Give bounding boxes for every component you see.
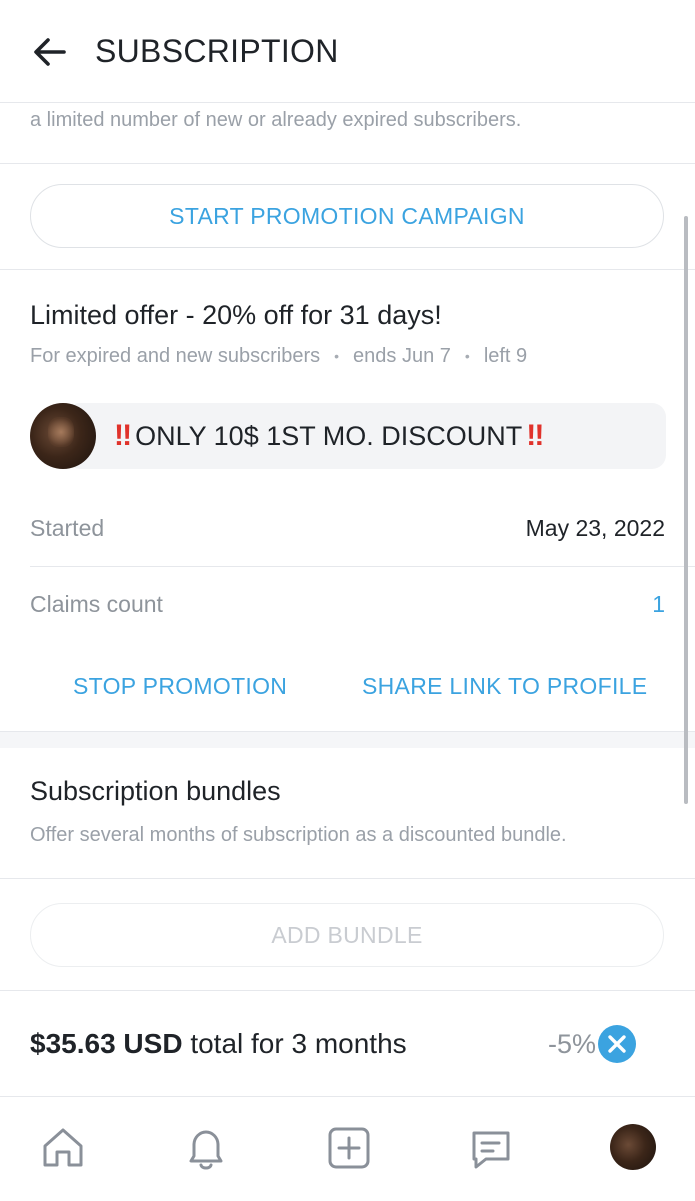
tab-messages[interactable] [462,1119,518,1175]
divider [30,566,695,567]
divider [0,269,695,270]
separator-dot: • [334,348,340,364]
promotion-left: left 9 [483,345,528,367]
promotion-message-text: ‼ ONLY 10$ 1ST MO. DISCOUNT ‼ [114,418,544,454]
section-separator [0,731,695,748]
message-text: ONLY 10$ 1ST MO. DISCOUNT [135,421,523,451]
app-header: SUBSCRIPTION [0,0,695,103]
divider [0,990,695,991]
divider [0,163,695,164]
plus-square-icon [328,1127,370,1169]
promotion-title: Limited offer - 20% off for 31 days! [30,300,442,330]
separator-dot: • [464,348,470,364]
started-value: May 23, 2022 [525,515,665,541]
bundle-price-text: $35.63 USD total for 3 months [30,1026,407,1062]
started-label: Started [30,515,105,541]
page-title: SUBSCRIPTION [95,33,339,69]
back-button[interactable] [28,30,72,74]
avatar [30,403,96,469]
scrollbar[interactable] [684,216,688,804]
double-exclamation-icon: ‼ [526,419,544,452]
bell-icon [189,1130,223,1170]
bundle-period: total for 3 months [190,1028,407,1059]
promotion-audience: For expired and new subscribers [30,345,321,367]
divider [0,878,695,879]
share-link-button[interactable]: SHARE LINK TO PROFILE [362,670,647,702]
message-icon [472,1131,510,1169]
stop-promotion-button[interactable]: STOP PROMOTION [73,670,287,702]
bundles-title: Subscription bundles [30,776,281,806]
bundles-description: Offer several months of subscription as … [30,824,567,846]
add-bundle-button[interactable]: ADD BUNDLE [30,903,664,967]
home-icon [43,1128,83,1167]
tab-home[interactable] [34,1119,90,1175]
claims-count-label: Claims count [30,591,163,617]
double-exclamation-icon: ‼ [114,419,132,452]
bundle-item: $35.63 USD total for 3 months -5% [30,1024,670,1064]
bundle-price: $35.63 USD [30,1028,183,1059]
claims-count-value[interactable]: 1 [652,589,665,619]
promotion-intro-text: a limited number of new or already expir… [30,109,522,131]
arrow-left-icon [34,38,66,66]
remove-bundle-button[interactable] [598,1025,636,1063]
tab-new-post[interactable] [320,1119,376,1175]
promotion-ends: ends Jun 7 [353,345,451,367]
tab-notifications[interactable] [177,1119,233,1175]
bundle-discount: -5% [548,1029,597,1059]
promotion-message: ‼ ONLY 10$ 1ST MO. DISCOUNT ‼ [30,403,666,469]
start-promotion-campaign-button[interactable]: START PROMOTION CAMPAIGN [30,184,664,248]
close-icon [608,1035,626,1053]
promotion-meta: For expired and new subscribers • ends J… [30,342,527,370]
bottom-tab-bar [0,1096,695,1201]
tab-profile-avatar[interactable] [610,1124,656,1170]
